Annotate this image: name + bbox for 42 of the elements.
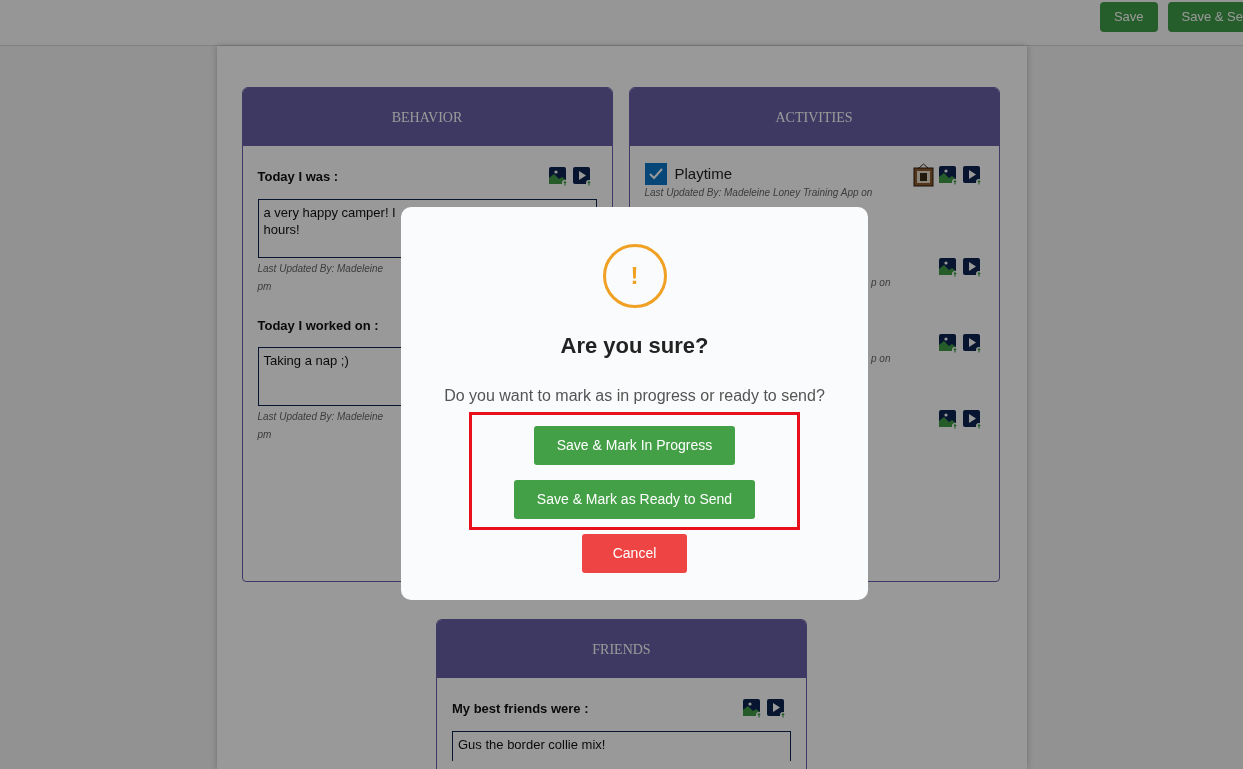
card-title: BEHAVIOR bbox=[391, 108, 463, 127]
card-title: ACTIVITIES bbox=[775, 108, 853, 127]
warning-icon: ! bbox=[602, 244, 667, 308]
update-note: Last Updated By: Madeleine Loney Training App on bbox=[644, 186, 874, 200]
dialog-message: Do you want to mark as in progress or ready to send? bbox=[444, 386, 825, 406]
field-label: Today I was : bbox=[257, 168, 339, 186]
update-note: Last Updated By: Madeleine bbox=[257, 261, 385, 276]
framed-picture-icon[interactable] bbox=[912, 163, 934, 187]
video-upload-icon[interactable] bbox=[962, 258, 982, 277]
save-button[interactable]: Save & Mark as Ready to Send bbox=[513, 480, 756, 519]
card-title: FRIENDS bbox=[592, 640, 651, 659]
text-line: hours! bbox=[263, 220, 301, 238]
text-line: a very happy camper! I bbox=[263, 203, 397, 221]
image-upload-icon[interactable] bbox=[548, 167, 568, 187]
video-upload-icon[interactable] bbox=[962, 410, 982, 429]
image-upload-icon[interactable] bbox=[938, 165, 958, 185]
image-upload-icon[interactable] bbox=[938, 258, 958, 277]
video-upload-icon[interactable] bbox=[962, 165, 982, 185]
save-button[interactable]: Save & Mark In Progress bbox=[533, 426, 736, 465]
cancel-button[interactable]: Cancel bbox=[581, 534, 688, 573]
text-line: Gus the border collie mix! bbox=[458, 735, 607, 753]
checkmark-icon bbox=[647, 166, 664, 182]
field-label: Today I worked on : bbox=[257, 316, 379, 335]
video-upload-icon[interactable] bbox=[767, 699, 786, 719]
checkbox[interactable] bbox=[644, 163, 667, 185]
update-note: p on bbox=[869, 276, 891, 290]
image-upload-icon[interactable] bbox=[938, 410, 958, 429]
video-upload-icon[interactable] bbox=[572, 167, 592, 187]
text-line: Taking a nap ;) bbox=[263, 352, 350, 369]
activity-label: Playtime bbox=[674, 163, 733, 184]
update-note: Last Updated By: Madeleine bbox=[257, 410, 385, 424]
text-area[interactable]: Gus the border collie mix! bbox=[452, 730, 791, 761]
save-button[interactable]: Save & Se bbox=[1167, 2, 1243, 32]
video-upload-icon[interactable] bbox=[962, 334, 982, 353]
update-note: pm bbox=[257, 428, 273, 442]
image-upload-icon[interactable] bbox=[938, 334, 958, 353]
update-note: p on bbox=[869, 352, 891, 366]
save-button[interactable]: Save bbox=[1099, 2, 1158, 32]
dialog-title: Are you sure? bbox=[560, 332, 709, 360]
image-upload-icon[interactable] bbox=[743, 699, 762, 719]
field-label: My best friends were : bbox=[452, 700, 589, 718]
update-note: pm bbox=[257, 279, 273, 294]
